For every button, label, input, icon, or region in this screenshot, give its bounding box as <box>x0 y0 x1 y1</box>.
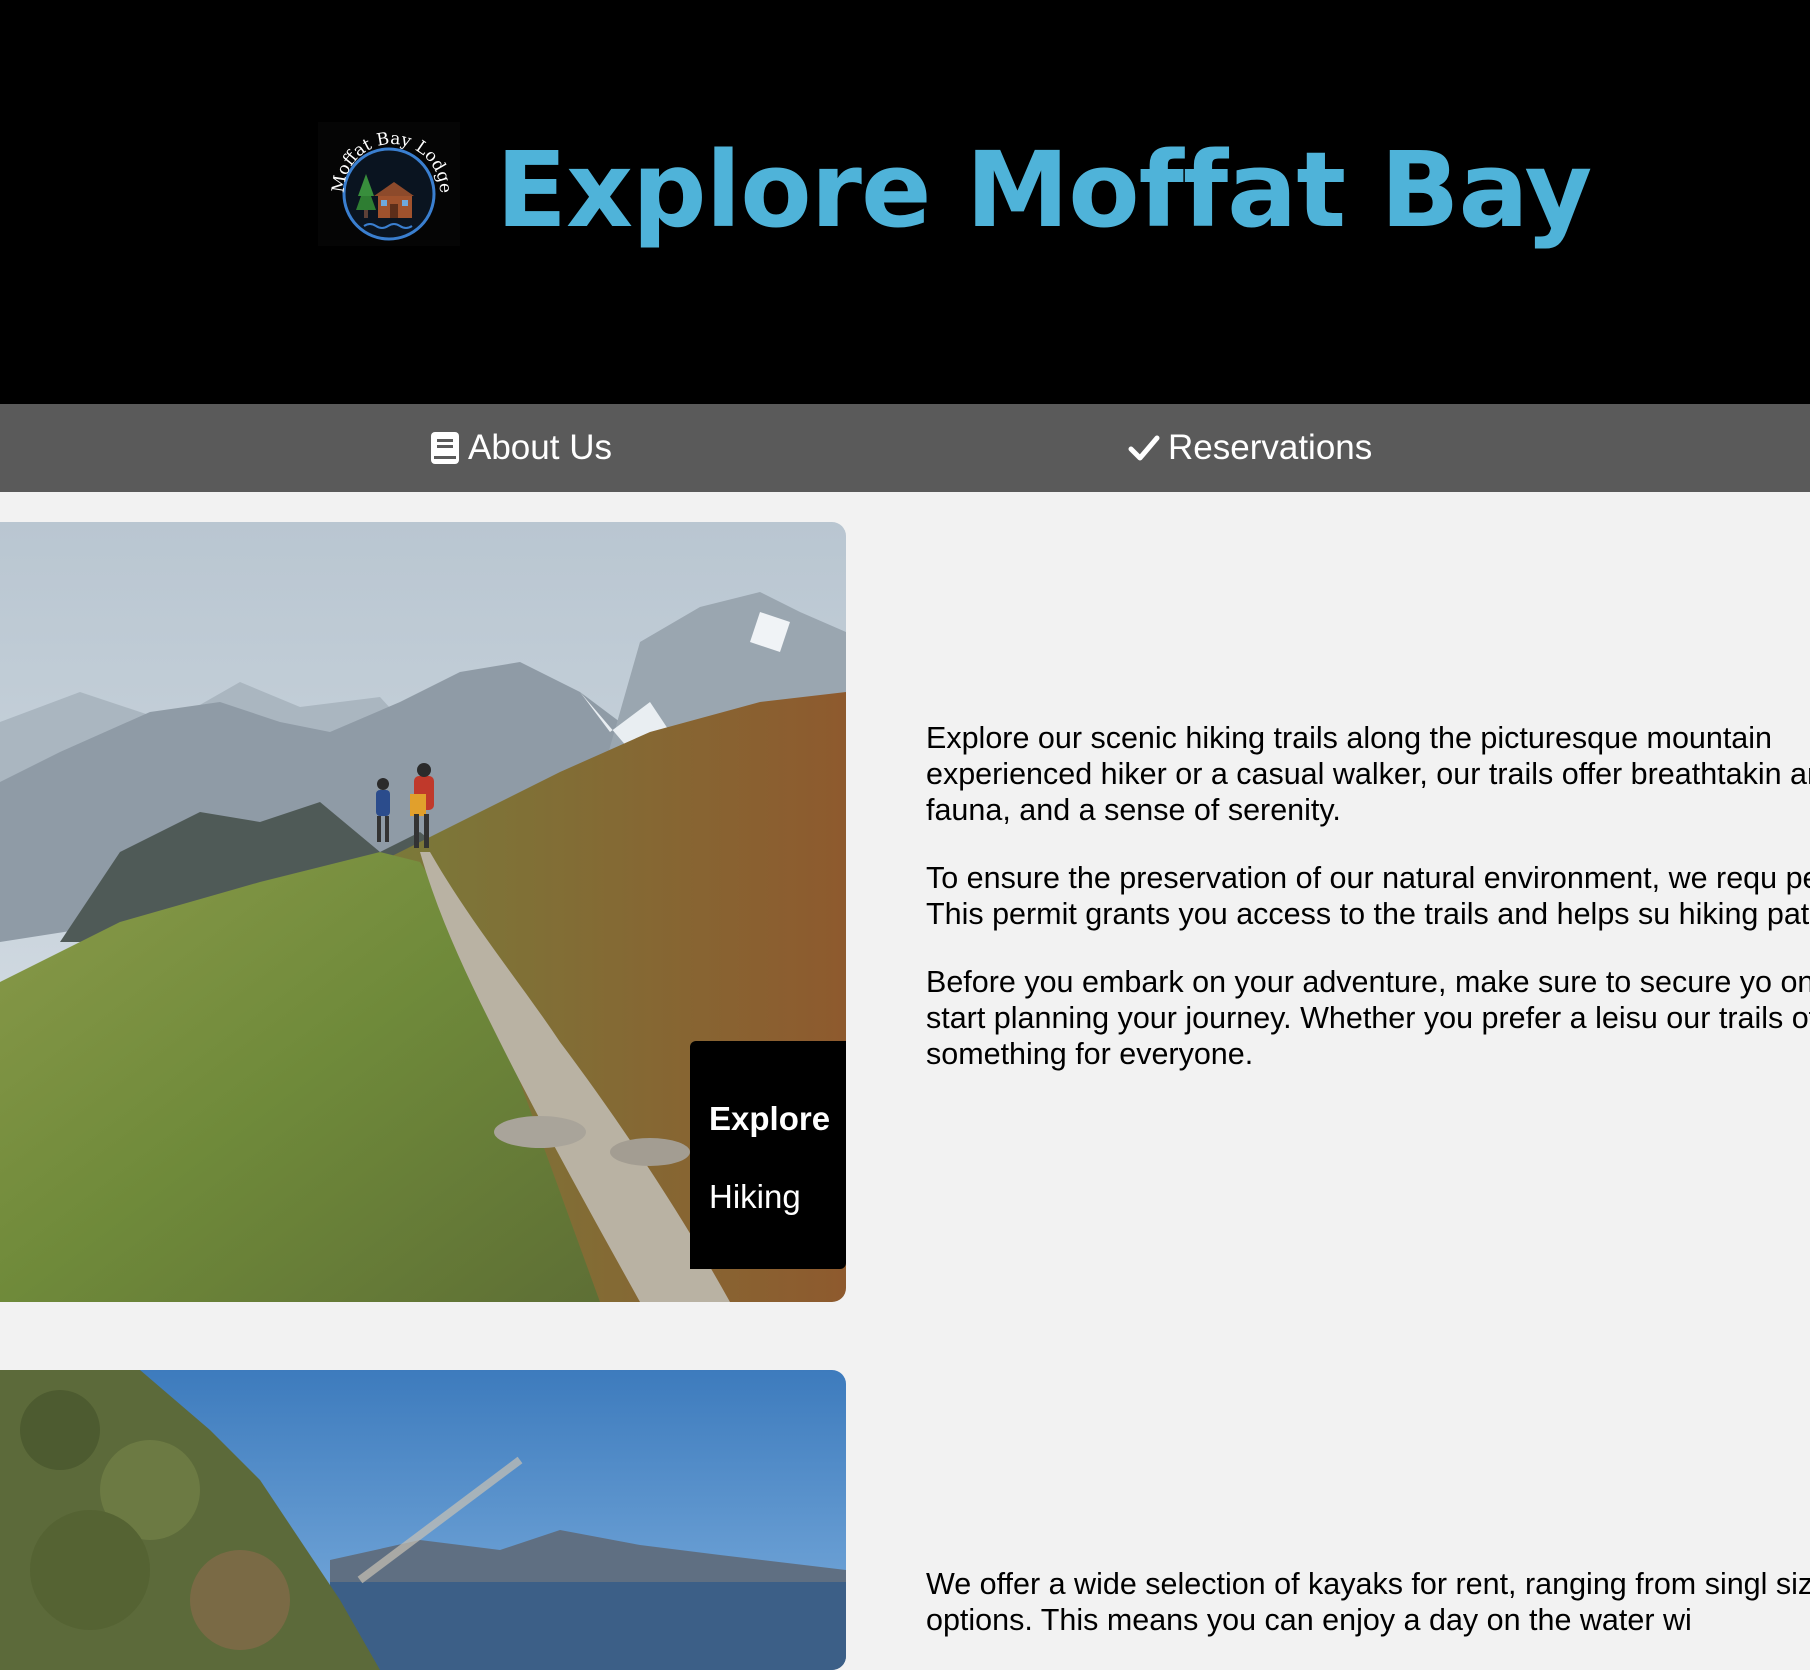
nav-reservations-label: Reservations <box>1168 428 1373 467</box>
main-nav: About Us Reservations <box>0 404 1810 492</box>
caption-title: Explore <box>709 1100 831 1137</box>
hiking-paragraph: Before you embark on your adventure, mak… <box>926 965 1810 1071</box>
explore-hiking-caption[interactable]: Explore Hiking <box>690 1041 846 1269</box>
hiking-paragraph: Explore our scenic hiking trails along t… <box>926 721 1810 827</box>
kayak-paragraph: We offer a wide selection of kayaks for … <box>926 1567 1810 1637</box>
book-icon <box>430 431 460 465</box>
caption-subtitle: Hiking <box>709 1178 801 1215</box>
hiking-paragraph: To ensure the preservation of our natura… <box>926 861 1810 931</box>
hiking-description: Explore our scenic hiking trails along t… <box>926 720 1810 1104</box>
lodge-logo[interactable]: Moffat Bay Lodge <box>318 122 460 246</box>
site-header: Moffat Bay Lodge Explore Moffat Bay <box>0 0 1810 404</box>
nav-reservations[interactable]: Reservations <box>1128 404 1372 492</box>
page-title: Explore Moffat Bay <box>496 129 1592 251</box>
kayak-description: We offer a wide selection of kayaks for … <box>926 1566 1810 1670</box>
nav-about-us[interactable]: About Us <box>430 404 612 492</box>
checkmark-icon <box>1128 433 1160 463</box>
kayak-image <box>0 1370 846 1670</box>
nav-about-label: About Us <box>468 428 612 467</box>
